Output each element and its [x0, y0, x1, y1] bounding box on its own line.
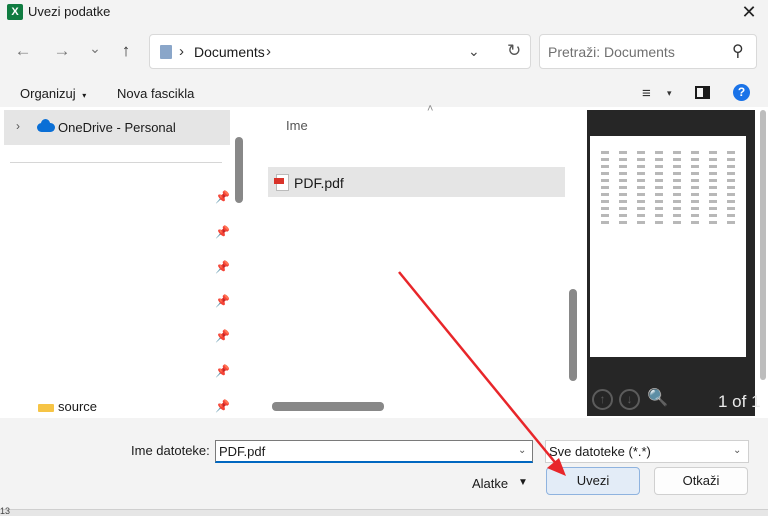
- annotation-arrow: [398, 271, 566, 476]
- annotation-arrow-head: [547, 458, 566, 476]
- annotation-arrow-line: [398, 271, 559, 467]
